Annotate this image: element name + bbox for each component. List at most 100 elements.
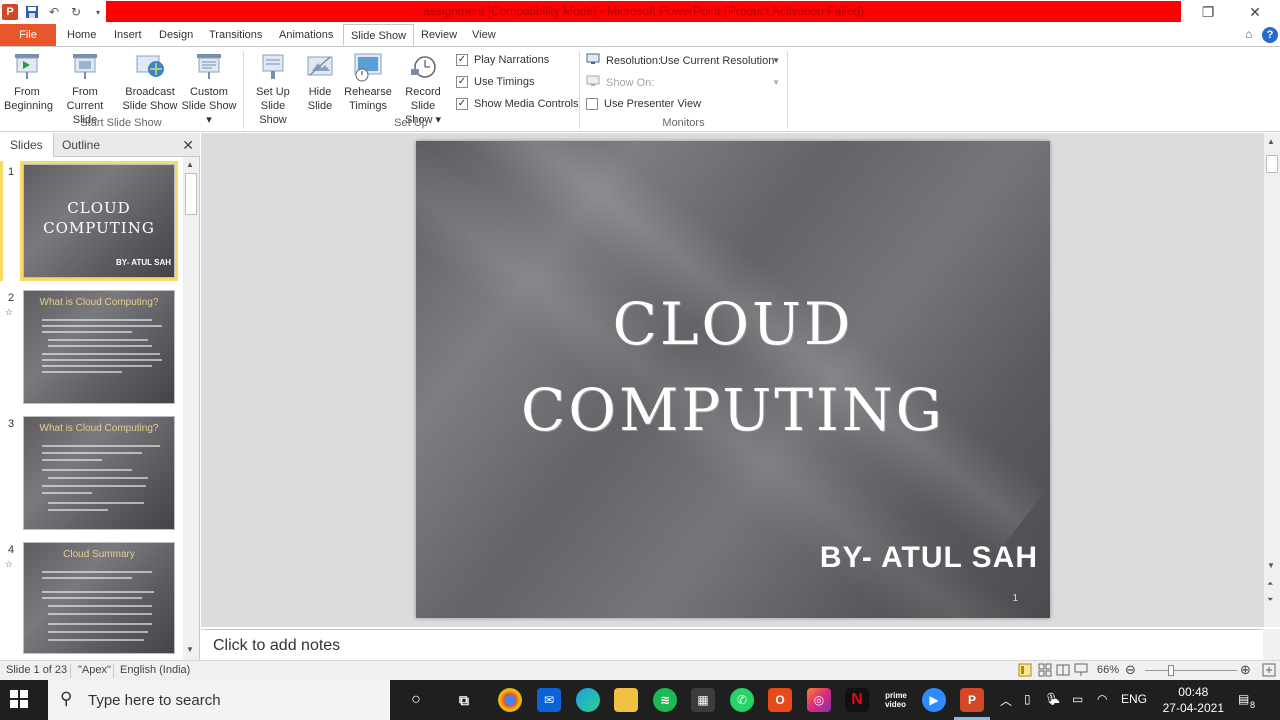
powerpoint-logo-icon[interactable]: P	[2, 4, 18, 20]
fit-to-window-icon[interactable]	[1262, 663, 1276, 680]
slide-thumbnail-2[interactable]: What is Cloud Computing?	[23, 290, 175, 404]
notes-pane[interactable]: Click to add notes	[201, 629, 1263, 660]
customize-qat-icon[interactable]: ▾	[90, 4, 106, 20]
cloud-icon[interactable]: ☁	[1048, 692, 1060, 706]
tab-review[interactable]: Review	[414, 24, 464, 46]
zoom-out-icon[interactable]: ⊖	[1125, 662, 1136, 678]
show-hidden-icons-icon[interactable]: ︿	[1000, 692, 1012, 709]
slideshow-current-icon	[69, 51, 101, 83]
instagram-icon[interactable]: ◎	[807, 688, 831, 712]
tab-slide-show[interactable]: Slide Show	[343, 24, 415, 46]
record-slide-show-button[interactable]: Record Slide Show ▾	[392, 51, 454, 127]
scroll-up-icon[interactable]: ▲	[1267, 137, 1275, 146]
tab-file[interactable]: File	[0, 24, 56, 46]
battery-icon[interactable]: ▭	[1072, 692, 1083, 706]
prime-video-icon[interactable]: prime video	[884, 688, 908, 712]
windows-start-icon[interactable]	[10, 690, 30, 710]
edge-icon[interactable]	[576, 688, 600, 712]
previous-slide-icon[interactable]: ⏶	[1267, 579, 1273, 589]
rehearse-timings-button[interactable]: Rehearse Timings	[344, 51, 392, 113]
from-current-slide-button[interactable]: From Current Slide	[54, 51, 116, 127]
slide-sorter-icon[interactable]	[1038, 663, 1052, 680]
checkbox-checked-icon: ✓	[456, 76, 468, 88]
redo-icon[interactable]: ↻	[68, 4, 84, 20]
play-narrations-checkbox[interactable]: ✓ Play Narrations	[456, 54, 549, 66]
status-separator	[70, 664, 71, 678]
language-tray[interactable]: ENG	[1121, 692, 1147, 706]
scroll-down-icon[interactable]: ▼	[1267, 561, 1275, 570]
broadcast-slide-show-button[interactable]: Broadcast Slide Show	[122, 51, 178, 113]
taskbar-search-box[interactable]: ⚲ Type here to search	[48, 680, 390, 720]
slide-thumbnail-3[interactable]: What is Cloud Computing?	[23, 416, 175, 530]
show-on-dropdown[interactable]: ▼	[656, 74, 784, 92]
undo-icon[interactable]: ↶	[46, 4, 62, 20]
use-timings-checkbox[interactable]: ✓ Use Timings	[456, 76, 535, 88]
thumbnails-scrollbar[interactable]: ▲ ▼	[183, 157, 199, 660]
spotify-icon[interactable]: ≋	[653, 688, 677, 712]
show-media-controls-checkbox[interactable]: ✓ Show Media Controls	[456, 98, 579, 110]
custom-slide-show-button[interactable]: Custom Slide Show ▾	[178, 51, 240, 127]
slide-thumbnail-4[interactable]: Cloud Summary	[23, 542, 175, 654]
normal-view-icon[interactable]	[1018, 663, 1032, 680]
next-slide-icon[interactable]: ⏷	[1267, 595, 1273, 605]
wifi-icon[interactable]: ◠	[1097, 692, 1107, 706]
scroll-up-icon[interactable]: ▲	[186, 160, 194, 169]
chrome-icon[interactable]	[498, 688, 522, 712]
zoom-slider[interactable]	[1145, 670, 1237, 671]
store-icon[interactable]: ▦	[691, 688, 715, 712]
clock[interactable]: 00:48 27-04-2021	[1163, 684, 1224, 716]
language-indicator[interactable]: English (India)	[120, 664, 190, 676]
text-line	[42, 331, 132, 333]
scroll-thumb[interactable]	[185, 173, 197, 215]
powerpoint-taskbar-icon[interactable]: P	[960, 688, 984, 712]
zoom-in-icon[interactable]: ⊕	[1240, 662, 1251, 678]
zoom-slider-thumb[interactable]	[1168, 665, 1174, 676]
zoom-app-icon[interactable]: ▶	[922, 688, 946, 712]
slide-show-view-icon[interactable]	[1074, 663, 1088, 680]
help-icon[interactable]: ?	[1262, 27, 1278, 43]
tab-design[interactable]: Design	[152, 24, 200, 46]
slide-byline[interactable]: BY- ATUL SAH	[820, 541, 1038, 575]
slide-thumbnail-1[interactable]: CLOUD COMPUTING BY- ATUL SAH	[20, 161, 178, 281]
save-icon[interactable]	[24, 4, 40, 20]
cortana-icon[interactable]: ○	[404, 688, 428, 712]
netflix-icon[interactable]: N	[845, 688, 869, 712]
slide-title[interactable]: CLOUD COMPUTING	[416, 281, 1050, 453]
text-line	[42, 591, 154, 593]
resolution-dropdown[interactable]: Use Current Resolution ▼	[656, 52, 784, 70]
tab-home[interactable]: Home	[60, 24, 103, 46]
task-view-icon[interactable]: ⧉	[452, 688, 476, 712]
mail-icon[interactable]: ✉	[537, 688, 561, 712]
reading-view-icon[interactable]	[1056, 663, 1070, 680]
notes-scrollbar[interactable]	[1263, 629, 1280, 660]
text-line	[48, 639, 144, 641]
restore-icon[interactable]: ❐	[1185, 0, 1231, 24]
tab-view[interactable]: View	[465, 24, 503, 46]
hide-slide-button[interactable]: Hide Slide	[302, 51, 338, 113]
scroll-thumb[interactable]	[1266, 155, 1278, 173]
tab-outline[interactable]: Outline	[52, 133, 110, 157]
phone-icon[interactable]: ▯	[1024, 692, 1031, 706]
tab-transitions[interactable]: Transitions	[202, 24, 269, 46]
tab-animations[interactable]: Animations	[272, 24, 340, 46]
close-icon[interactable]: ✕	[1232, 0, 1278, 24]
monitor-icon	[586, 75, 600, 90]
editor-scrollbar[interactable]: ▲ ▼ ⏶ ⏷	[1263, 133, 1280, 627]
notification-icon[interactable]: ▤	[1238, 692, 1249, 706]
from-beginning-button[interactable]: From Beginning	[4, 51, 53, 113]
office-icon[interactable]: O	[768, 688, 792, 712]
set-up-slide-show-button[interactable]: Set Up Slide Show	[246, 51, 300, 127]
current-slide[interactable]: CLOUD COMPUTING BY- ATUL SAH 1	[416, 141, 1050, 618]
use-presenter-view-checkbox[interactable]: Use Presenter View	[586, 98, 701, 110]
tab-insert[interactable]: Insert	[107, 24, 149, 46]
collapse-ribbon-icon[interactable]: ⌂	[1245, 27, 1252, 41]
slide-number-footer: 1	[1012, 593, 1018, 604]
whatsapp-icon[interactable]: ✆	[730, 688, 754, 712]
close-pane-icon[interactable]: ✕	[182, 137, 194, 154]
custom-show-icon	[193, 51, 225, 83]
tab-slides[interactable]: Slides	[0, 133, 54, 157]
text-line	[42, 359, 162, 361]
scroll-down-icon[interactable]: ▼	[186, 645, 194, 654]
file-explorer-icon[interactable]	[614, 688, 638, 712]
zoom-level[interactable]: 66%	[1097, 664, 1119, 676]
